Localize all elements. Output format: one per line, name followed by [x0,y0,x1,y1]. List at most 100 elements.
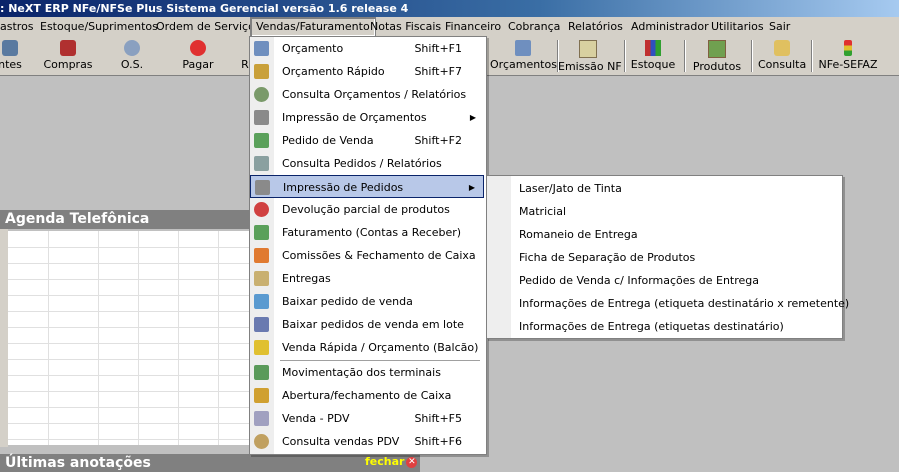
budget-icon [515,40,531,56]
delivery-icon [254,271,269,286]
close-icon: ✕ [406,456,418,468]
menu-item-movimentacao-terminais[interactable]: Movimentação dos terminais [250,361,484,384]
agenda-panel-title: Agenda Telefônica [0,210,250,229]
table-row[interactable] [8,295,250,312]
table-row[interactable] [8,359,250,376]
submenu-item-etiqueta-remetente[interactable]: Informações de Entrega (etiqueta destina… [519,292,849,315]
menu-item-devolucao-parcial[interactable]: Devolução parcial de produtos [250,198,484,221]
table-row[interactable] [8,311,250,328]
table-row[interactable] [8,231,250,248]
table-row[interactable] [8,279,250,296]
table-row[interactable] [8,407,250,424]
notes-panel-title: Últimas anotações [0,454,420,472]
menu-item-impressao-orcamentos[interactable]: Impressão de Orçamentos ▶ [250,106,484,129]
impressao-pedidos-submenu: Laser/Jato de Tinta Matricial Romaneio d… [486,175,849,339]
menu-bar: astros Estoque/Suprimentos Ordem de Serv… [0,17,899,37]
stop-icon [190,40,206,56]
picture-icon [708,40,726,58]
magnifier-icon [254,87,269,102]
submenu-item-romaneio[interactable]: Romaneio de Entrega [519,223,638,246]
table-row[interactable] [8,327,250,344]
menu-vendas-faturamento[interactable]: Vendas/Faturamento [250,17,376,37]
clients-icon [2,40,18,56]
toolbar-produtos-button[interactable]: Produtos [692,39,742,73]
menu-cadastros[interactable]: astros [0,17,39,37]
toolbar-orcamentos-button[interactable]: Orçamentos [490,39,557,73]
menu-item-impressao-pedidos[interactable]: Impressão de Pedidos ▶ [250,175,484,198]
toolbar-consulta-button[interactable]: Consulta [758,39,806,73]
submenu-item-etiquetas-destinatario[interactable]: Informações de Entrega (etiquetas destin… [519,315,784,338]
menu-item-consulta-pedidos[interactable]: Consulta Pedidos / Relatórios [250,152,484,175]
menu-administrador[interactable]: Administrador [626,17,714,37]
table-row[interactable] [8,343,250,360]
quick-budget-icon [254,64,269,79]
toolbar-os-button[interactable]: O.S. [112,39,152,73]
menu-item-comissoes[interactable]: Comissões & Fechamento de Caixa [250,244,484,267]
commission-icon [254,248,269,263]
menu-item-venda-pdv[interactable]: Venda - PDV Shift+F5 [250,407,484,430]
table-row[interactable] [8,247,250,264]
menu-item-orcamento-rapido[interactable]: Orçamento Rápido Shift+F7 [250,60,484,83]
menu-financeiro[interactable]: Financeiro [440,17,506,37]
close-notes-button[interactable]: fechar ✕ [365,454,418,470]
menu-item-faturamento[interactable]: Faturamento (Contas a Receber) [250,221,484,244]
menu-sair[interactable]: Sair [764,17,795,37]
invoice-icon [579,40,597,58]
menu-notas-fiscais[interactable]: Notas Fiscais [365,17,446,37]
menu-item-venda-rapida[interactable]: Venda Rápida / Orçamento (Balcão) [250,336,484,359]
money-icon [254,225,269,240]
table-row[interactable] [8,263,250,280]
traffic-light-icon [844,40,852,56]
menu-relatorios[interactable]: Relatórios [563,17,628,37]
submenu-item-laser[interactable]: Laser/Jato de Tinta [519,177,622,200]
submenu-item-ficha-separacao[interactable]: Ficha de Separação de Produtos [519,246,695,269]
submenu-arrow-icon: ▶ [469,113,476,122]
toolbar-emissao-nf-button[interactable]: Emissão NF [558,39,622,73]
menu-item-entregas[interactable]: Entregas [250,267,484,290]
toolbar-separator [624,40,626,72]
agenda-grid[interactable] [8,231,250,445]
toolbar-compras-button[interactable]: Compras [40,39,96,73]
table-row[interactable] [8,375,250,392]
window-title-bar: : NeXT ERP NFe/NFSe Plus Sistema Gerenci… [0,0,899,17]
printer-icon [255,180,270,195]
vendas-faturamento-dropdown: Orçamento Shift+F1 Orçamento Rápido Shif… [249,36,487,455]
batch-icon [254,317,269,332]
toolbar-nfe-sefaz-button[interactable]: NFe-SEFAZ [818,39,878,73]
submenu-item-matricial[interactable]: Matricial [519,200,566,223]
menu-estoque[interactable]: Estoque/Suprimentos [35,17,163,37]
pdv-icon [254,411,269,426]
menu-item-abertura-caixa[interactable]: Abertura/fechamento de Caixa [250,384,484,407]
download-icon [254,294,269,309]
toolbar-pagar-button[interactable]: Pagar [176,39,220,73]
lightning-icon [254,340,269,355]
printer-icon [254,110,269,125]
lock-icon [254,388,269,403]
order-icon [254,133,269,148]
toolbar-estoque-button[interactable]: Estoque [630,39,676,73]
menu-ordem-servico[interactable]: Ordem de Serviço [151,17,260,37]
menu-item-consulta-orcamentos[interactable]: Consulta Orçamentos / Relatórios [250,83,484,106]
menu-item-baixar-lote[interactable]: Baixar pedidos de venda em lote [250,313,484,336]
menu-utilitarios[interactable]: Utilitarios [706,17,769,37]
menu-item-orcamento[interactable]: Orçamento Shift+F1 [250,37,484,60]
cart-icon [60,40,76,56]
menu-item-consulta-vendas-pdv[interactable]: Consulta vendas PDV Shift+F6 [250,430,484,453]
agenda-row-markers [0,229,8,447]
submenu-item-pedido-entrega[interactable]: Pedido de Venda c/ Informações de Entreg… [519,269,759,292]
search-person-icon [774,40,790,56]
toolbar-separator [811,40,813,72]
table-row[interactable] [8,423,250,440]
orders-list-icon [254,156,269,171]
magnifier-icon [254,434,269,449]
return-icon [254,202,269,217]
menu-item-baixar-pedido[interactable]: Baixar pedido de venda [250,290,484,313]
toolbar-separator [751,40,753,72]
submenu-arrow-icon: ▶ [468,183,475,192]
toolbar-clientes-button[interactable]: ntes [0,39,24,73]
menu-cobranca[interactable]: Cobrança [503,17,565,37]
gears-icon [124,40,140,56]
table-row[interactable] [8,391,250,408]
menu-item-pedido-venda[interactable]: Pedido de Venda Shift+F2 [250,129,484,152]
budget-icon [254,41,269,56]
